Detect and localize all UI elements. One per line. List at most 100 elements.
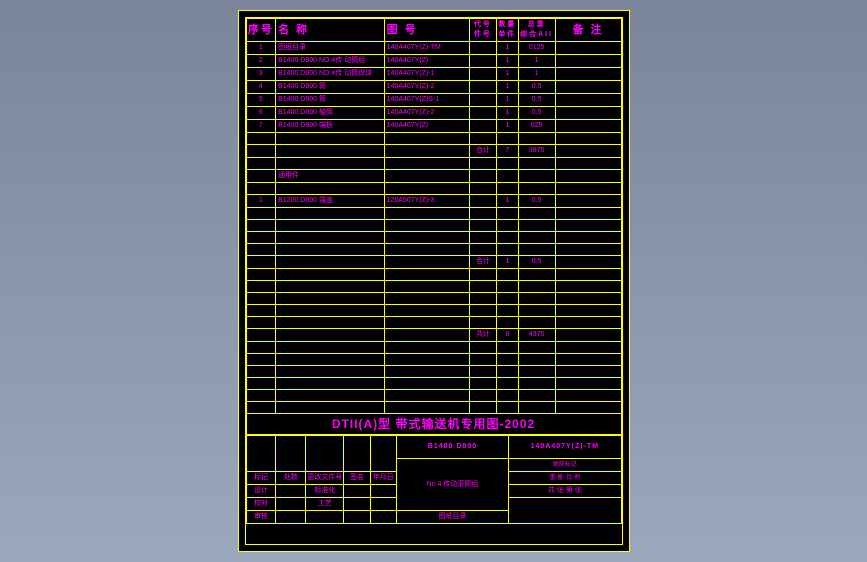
cell-seq: 7 xyxy=(246,120,276,133)
hdr-code-top: 代号 xyxy=(474,21,492,28)
subtotal-label: 合计 xyxy=(469,256,496,269)
title-band: DTII(A)型 带式输送机专用图-2002 xyxy=(246,414,621,435)
cell-wt: 0125 xyxy=(518,42,555,55)
table-row xyxy=(246,269,621,281)
cell xyxy=(555,55,621,68)
sheet-info: 共 张 第 张 xyxy=(509,485,621,498)
table-row: 7B1400 D800 端板140A407Y(Z)1025 xyxy=(246,120,621,133)
table-row: 1图纸目录140A407Y(Z)-TM10125 xyxy=(246,42,621,55)
rev-sign: 签名 xyxy=(344,472,370,485)
cell xyxy=(555,42,621,55)
std-label: 标准化 xyxy=(306,485,344,498)
table-row xyxy=(246,317,621,329)
subtotal-label: 合计 xyxy=(469,145,496,158)
cell-drw: 140A407Y(Z) xyxy=(384,120,469,133)
cell-name: B1400 D800 筒 xyxy=(276,81,385,94)
table-row: 通用件 xyxy=(246,170,621,183)
cell-name: B1200 D800 端盖 xyxy=(276,195,385,208)
rev-mark: 标记 xyxy=(246,472,276,485)
cell-drw: 140A407Y(Z)-2 xyxy=(384,81,469,94)
table-row xyxy=(246,366,621,378)
cell-wt: 0.5 xyxy=(518,195,555,208)
hdr-note: 备 注 xyxy=(555,19,621,42)
table-row xyxy=(246,183,621,195)
hdr-wt: 总重 综合AII xyxy=(518,19,555,42)
cell-qty: 1 xyxy=(497,94,519,107)
design-label: 设计 xyxy=(246,485,276,498)
cell xyxy=(469,55,496,68)
bottom-label: 图纸目录 xyxy=(396,511,508,524)
weight-header: 重 量 xyxy=(549,475,563,481)
cell xyxy=(469,68,496,81)
hdr-drwno: 图 号 xyxy=(384,19,469,42)
cell-seq: 3 xyxy=(246,68,276,81)
cell xyxy=(555,68,621,81)
rev-count: 处数 xyxy=(276,472,306,485)
model-row: B1400 D800 140A407Y(Z)-TM xyxy=(246,436,621,459)
subtotal-row: 合计10.5 xyxy=(246,256,621,269)
hdr-code: 代号 件号 xyxy=(469,19,496,42)
hdr-qty-top: 数量 xyxy=(498,21,516,28)
subtotal-qty: 1 xyxy=(497,256,519,269)
cell xyxy=(555,107,621,120)
subtotal-row: 合计73875 xyxy=(246,145,621,158)
cell-name: B1400 D800 轴筒 xyxy=(276,107,385,120)
hdr-wt-top: 总重 xyxy=(528,21,546,28)
cell-qty: 1 xyxy=(497,68,519,81)
cell-name: B1400 D800 NO 4传 动筒组 xyxy=(276,55,385,68)
grandtotal-qty: 8 xyxy=(497,329,519,342)
cad-drawing-sheet: 序号 名 称 图 号 代号 件号 数量 单件 总重 综合AII 备 注 1图纸目… xyxy=(238,10,630,552)
grandtotal-label: 共计 xyxy=(469,329,496,342)
cell-wt: 0.5 xyxy=(518,94,555,107)
cell-qty: 1 xyxy=(497,81,519,94)
cell xyxy=(469,120,496,133)
cell-qty: 1 xyxy=(497,107,519,120)
cell-wt: 1 xyxy=(518,68,555,81)
table-row xyxy=(246,402,621,414)
cell xyxy=(469,42,496,55)
approve-label: 审核 xyxy=(246,511,276,524)
proc-label: 工艺 xyxy=(306,498,344,511)
cell-seq: 6 xyxy=(246,107,276,120)
model-label: B1400 D800 xyxy=(396,436,508,459)
table-row xyxy=(246,208,621,220)
table-row xyxy=(246,244,621,256)
cell-qty: 1 xyxy=(497,120,519,133)
cell xyxy=(555,120,621,133)
cell-wt: 0.5 xyxy=(518,107,555,120)
table-row xyxy=(246,281,621,293)
cell-seq: 5 xyxy=(246,94,276,107)
table-row: 1B1200 D800 端盖120A507Y(Z)-310.5 xyxy=(246,195,621,208)
cell-drw: 140A407Y(Z)-TM xyxy=(384,42,469,55)
cell-wt: 1 xyxy=(518,55,555,68)
cell-seq: 1 xyxy=(246,195,276,208)
grandtotal-wt: 4375 xyxy=(518,329,555,342)
table-row: 4B1400 D800 筒140A407Y(Z)-210.5 xyxy=(246,81,621,94)
cell-seq: 2 xyxy=(246,55,276,68)
table-row xyxy=(246,293,621,305)
cell-wt: 0.5 xyxy=(518,81,555,94)
cell-drw: 120A507Y(Z)-3 xyxy=(384,195,469,208)
cell-wt: 025 xyxy=(518,120,555,133)
table-row xyxy=(246,354,621,366)
hdr-code-bot: 件号 xyxy=(474,31,492,38)
cell xyxy=(469,81,496,94)
subtotal-wt: 3875 xyxy=(518,145,555,158)
cell xyxy=(469,94,496,107)
stage-header: 图样标记 xyxy=(509,459,621,472)
table-row xyxy=(246,342,621,354)
cell xyxy=(555,81,621,94)
cell-qty: 1 xyxy=(497,195,519,208)
table-row xyxy=(246,232,621,244)
cell-name: B1400 D800 NO 4传 动筒焊体 xyxy=(276,68,385,81)
cell-name: B1400 D800 筒 xyxy=(276,94,385,107)
cell-drw: 140A407Y(Z)S-1 xyxy=(384,94,469,107)
bom-table: 序号 名 称 图 号 代号 件号 数量 单件 总重 综合AII 备 注 1图纸目… xyxy=(246,18,622,435)
cell-name: 图纸目录 xyxy=(276,42,385,55)
cell-drw: 140A407Y(Z)-2 xyxy=(384,107,469,120)
table-row xyxy=(246,220,621,232)
cell xyxy=(555,94,621,107)
scale-header: 比 例 xyxy=(566,475,580,481)
cell-qty: 1 xyxy=(497,55,519,68)
component-name: No 4 传动滚筒组 xyxy=(396,459,508,511)
